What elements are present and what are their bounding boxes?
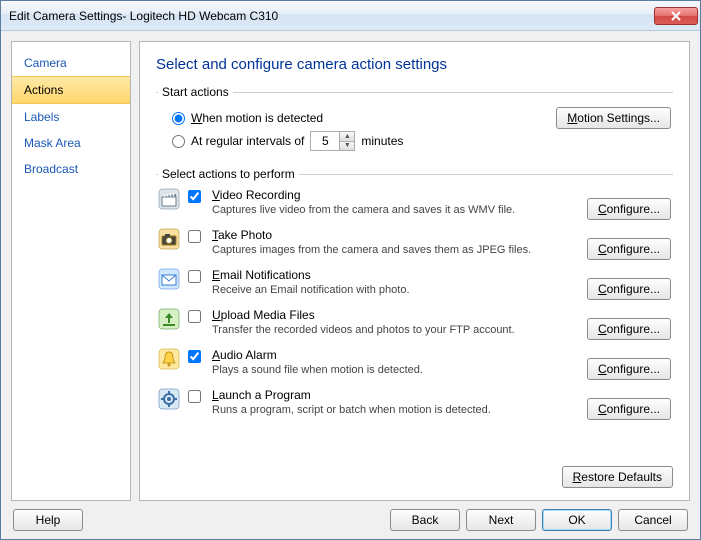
interval-row: At regular intervals of ▲ ▼ minutes (158, 129, 671, 153)
configure-button[interactable]: Configure... (587, 278, 671, 300)
configure-button[interactable]: Configure... (587, 358, 671, 380)
titlebar: Edit Camera Settings- Logitech HD Webcam… (1, 1, 700, 31)
when-motion-label: When motion is detected (191, 111, 323, 125)
configure-button[interactable]: Configure... (587, 318, 671, 340)
action-row: Take Photo Captures images from the came… (158, 225, 671, 263)
action-row: Video Recording Captures live video from… (158, 185, 671, 223)
content-panel: Select and configure camera action setti… (139, 41, 690, 501)
action-title: Upload Media Files (212, 308, 579, 322)
action-icon (158, 228, 180, 250)
action-checkbox[interactable] (188, 350, 201, 363)
page-title: Select and configure camera action setti… (156, 56, 673, 73)
action-description: Captures live video from the camera and … (212, 204, 579, 216)
action-checkbox[interactable] (188, 230, 201, 243)
perform-actions-legend: Select actions to perform (158, 167, 299, 181)
action-description: Captures images from the camera and save… (212, 244, 579, 256)
configure-button[interactable]: Configure... (587, 238, 671, 260)
perform-actions-group: Select actions to perform Video Recordin… (156, 167, 673, 450)
sidebar-item-labels[interactable]: Labels (12, 104, 130, 130)
action-checkbox[interactable] (188, 390, 201, 403)
action-title: Video Recording (212, 188, 579, 202)
action-description: Receive an Email notification with photo… (212, 284, 579, 296)
start-actions-legend: Start actions (158, 85, 233, 99)
main-row: Camera Actions Labels Mask Area Broadcas… (11, 41, 690, 501)
interval-radio[interactable] (172, 135, 185, 148)
motion-detected-row: When motion is detected Motion Settings.… (158, 107, 671, 129)
ok-button[interactable]: OK (542, 509, 612, 531)
action-checkbox[interactable] (188, 310, 201, 323)
sidebar-item-broadcast[interactable]: Broadcast (12, 156, 130, 182)
action-icon (158, 188, 180, 210)
action-description: Runs a program, script or batch when mot… (212, 404, 579, 416)
interval-label-prefix: At regular intervals of (191, 134, 304, 148)
bottom-bar: Help Back Next OK Cancel (11, 509, 690, 531)
action-icon (158, 388, 180, 410)
action-title: Email Notifications (212, 268, 579, 282)
action-title: Audio Alarm (212, 348, 579, 362)
cancel-button[interactable]: Cancel (618, 509, 688, 531)
start-actions-group: Start actions When motion is detected Mo… (156, 85, 673, 157)
dialog-window: Edit Camera Settings- Logitech HD Webcam… (0, 0, 701, 540)
action-row: Launch a Program Runs a program, script … (158, 385, 671, 423)
sidebar: Camera Actions Labels Mask Area Broadcas… (11, 41, 131, 501)
action-icon (158, 268, 180, 290)
action-description: Plays a sound file when motion is detect… (212, 364, 579, 376)
when-motion-radio[interactable] (172, 112, 185, 125)
back-button[interactable]: Back (390, 509, 460, 531)
action-icon (158, 348, 180, 370)
action-title: Take Photo (212, 228, 579, 242)
sidebar-item-actions[interactable]: Actions (12, 76, 130, 104)
close-button[interactable] (654, 7, 698, 25)
spinner-down[interactable]: ▼ (340, 142, 354, 151)
interval-input[interactable] (311, 132, 339, 150)
action-checkbox[interactable] (188, 270, 201, 283)
action-title: Launch a Program (212, 388, 579, 402)
actions-list: Video Recording Captures live video from… (158, 185, 671, 423)
interval-spinner[interactable]: ▲ ▼ (310, 131, 355, 151)
help-button[interactable]: Help (13, 509, 83, 531)
window-title: Edit Camera Settings- Logitech HD Webcam… (9, 9, 654, 23)
motion-settings-button[interactable]: Motion Settings... (556, 107, 671, 129)
action-checkbox[interactable] (188, 190, 201, 203)
sidebar-item-camera[interactable]: Camera (12, 50, 130, 76)
action-icon (158, 308, 180, 330)
restore-defaults-button[interactable]: Restore Defaults (562, 466, 673, 488)
next-button[interactable]: Next (466, 509, 536, 531)
sidebar-item-mask-area[interactable]: Mask Area (12, 130, 130, 156)
action-row: Upload Media Files Transfer the recorded… (158, 305, 671, 343)
close-icon (671, 11, 681, 21)
client-area: Camera Actions Labels Mask Area Broadcas… (1, 31, 700, 539)
configure-button[interactable]: Configure... (587, 398, 671, 420)
configure-button[interactable]: Configure... (587, 198, 671, 220)
spinner-up[interactable]: ▲ (340, 132, 354, 142)
interval-label-suffix: minutes (361, 134, 403, 148)
action-row: Email Notifications Receive an Email not… (158, 265, 671, 303)
action-description: Transfer the recorded videos and photos … (212, 324, 579, 336)
action-row: Audio Alarm Plays a sound file when moti… (158, 345, 671, 383)
